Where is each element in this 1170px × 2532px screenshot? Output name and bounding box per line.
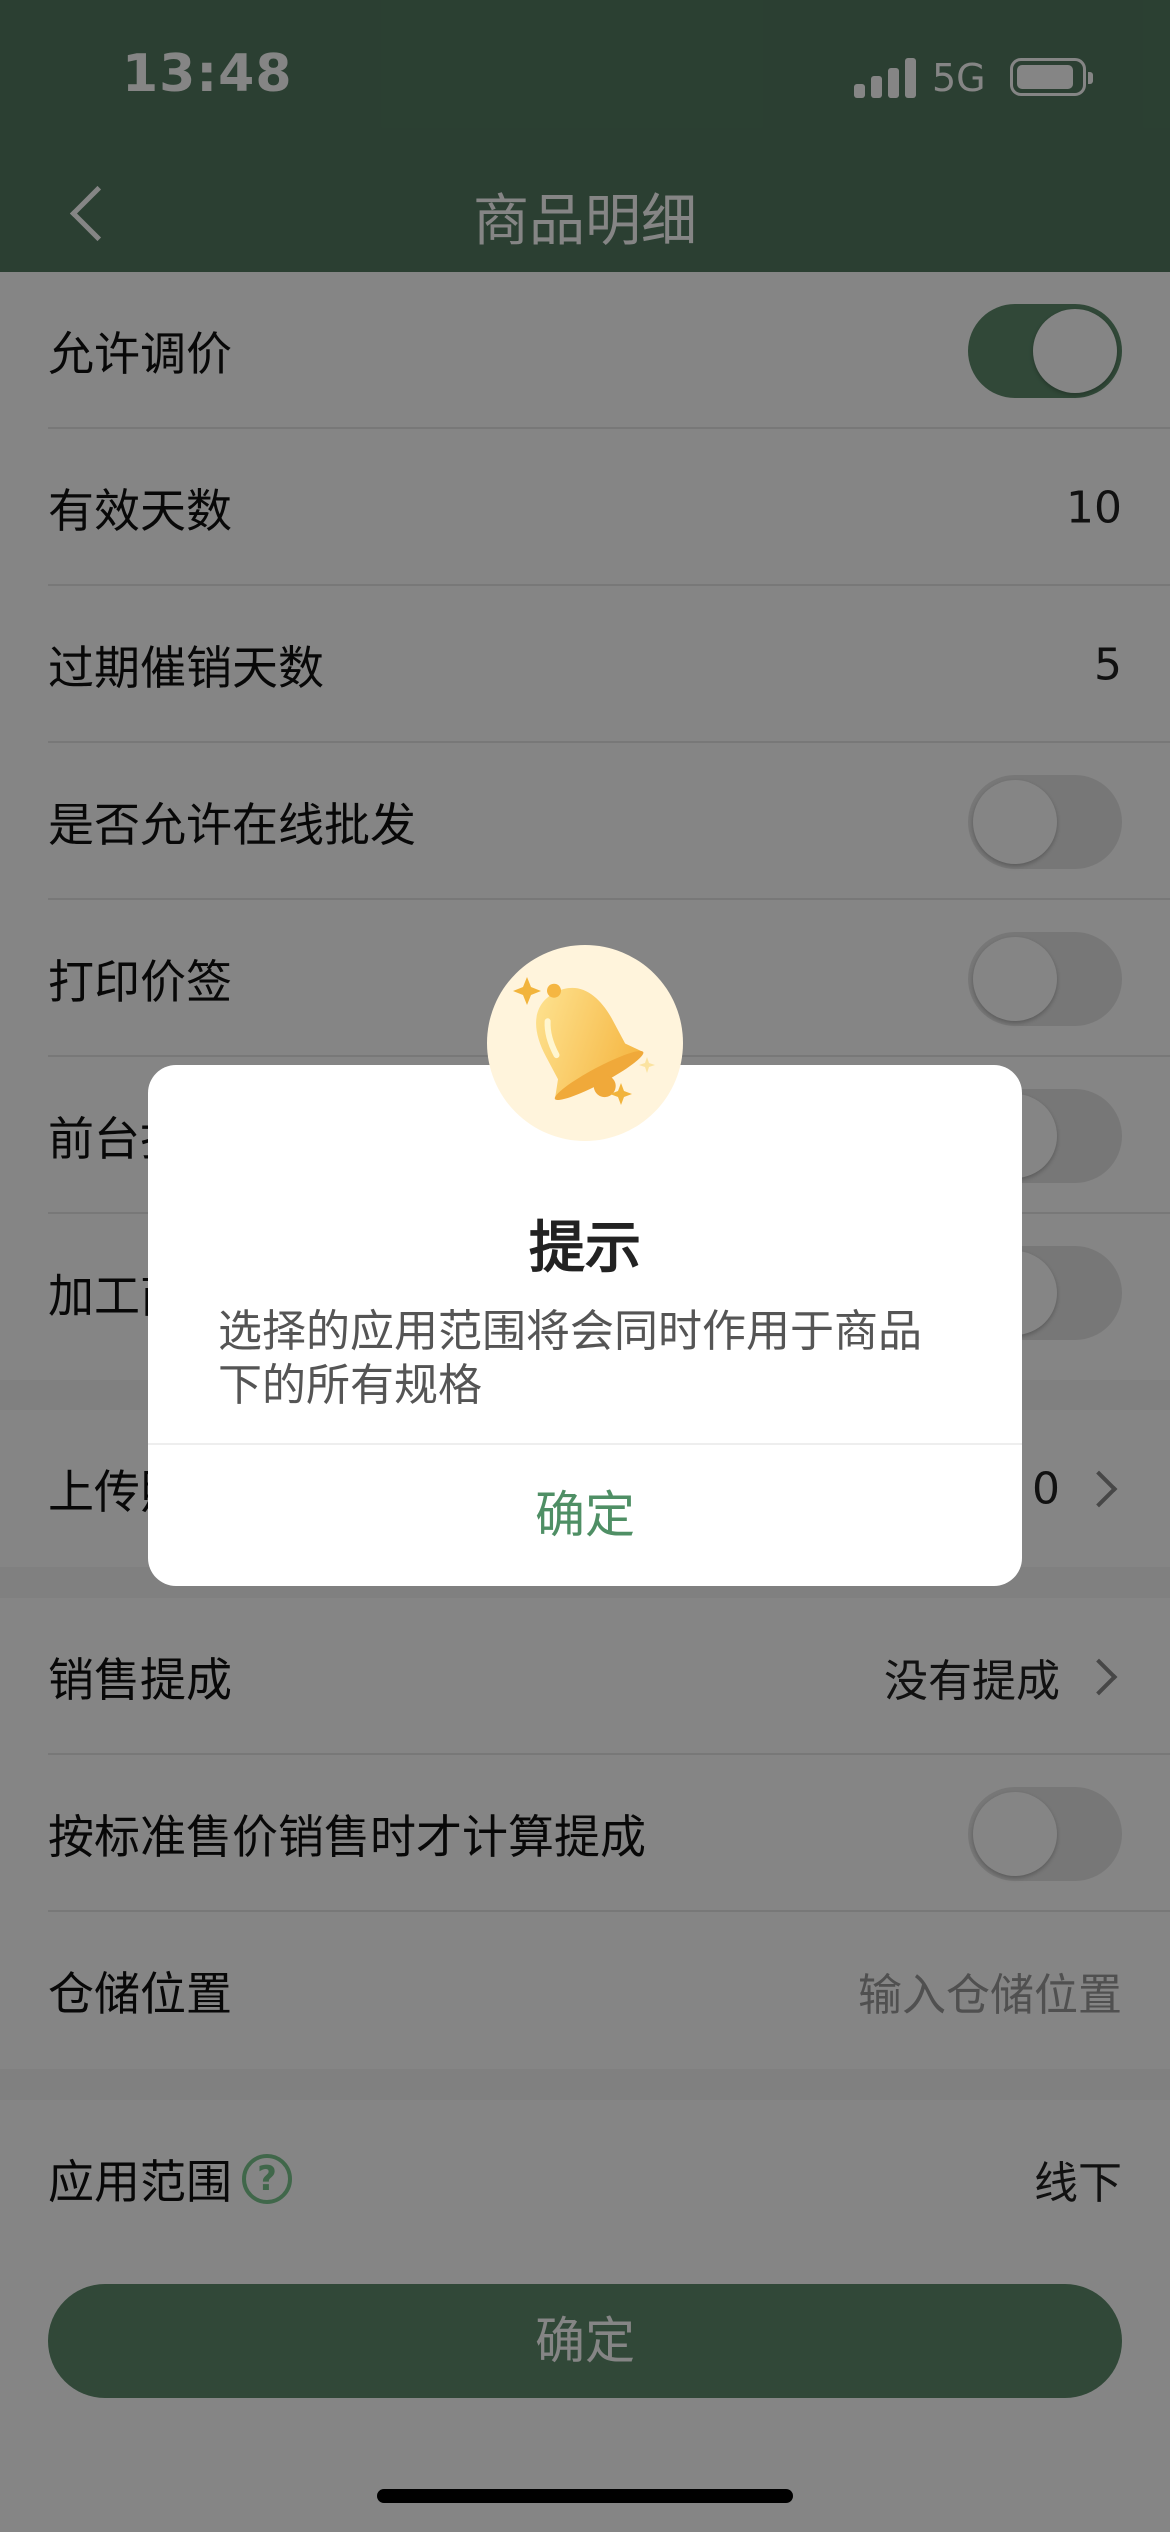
- alert-dialog: 提示 选择的应用范围将会同时作用于商品下的所有规格 确定: [148, 1065, 1022, 1586]
- home-indicator: [377, 2489, 793, 2503]
- dialog-title: 提示: [529, 1216, 641, 1281]
- dialog-confirm-button[interactable]: 确定: [148, 1445, 1022, 1586]
- dialog-message: 选择的应用范围将会同时作用于商品下的所有规格: [218, 1306, 922, 1411]
- bell-icon: [487, 945, 683, 1141]
